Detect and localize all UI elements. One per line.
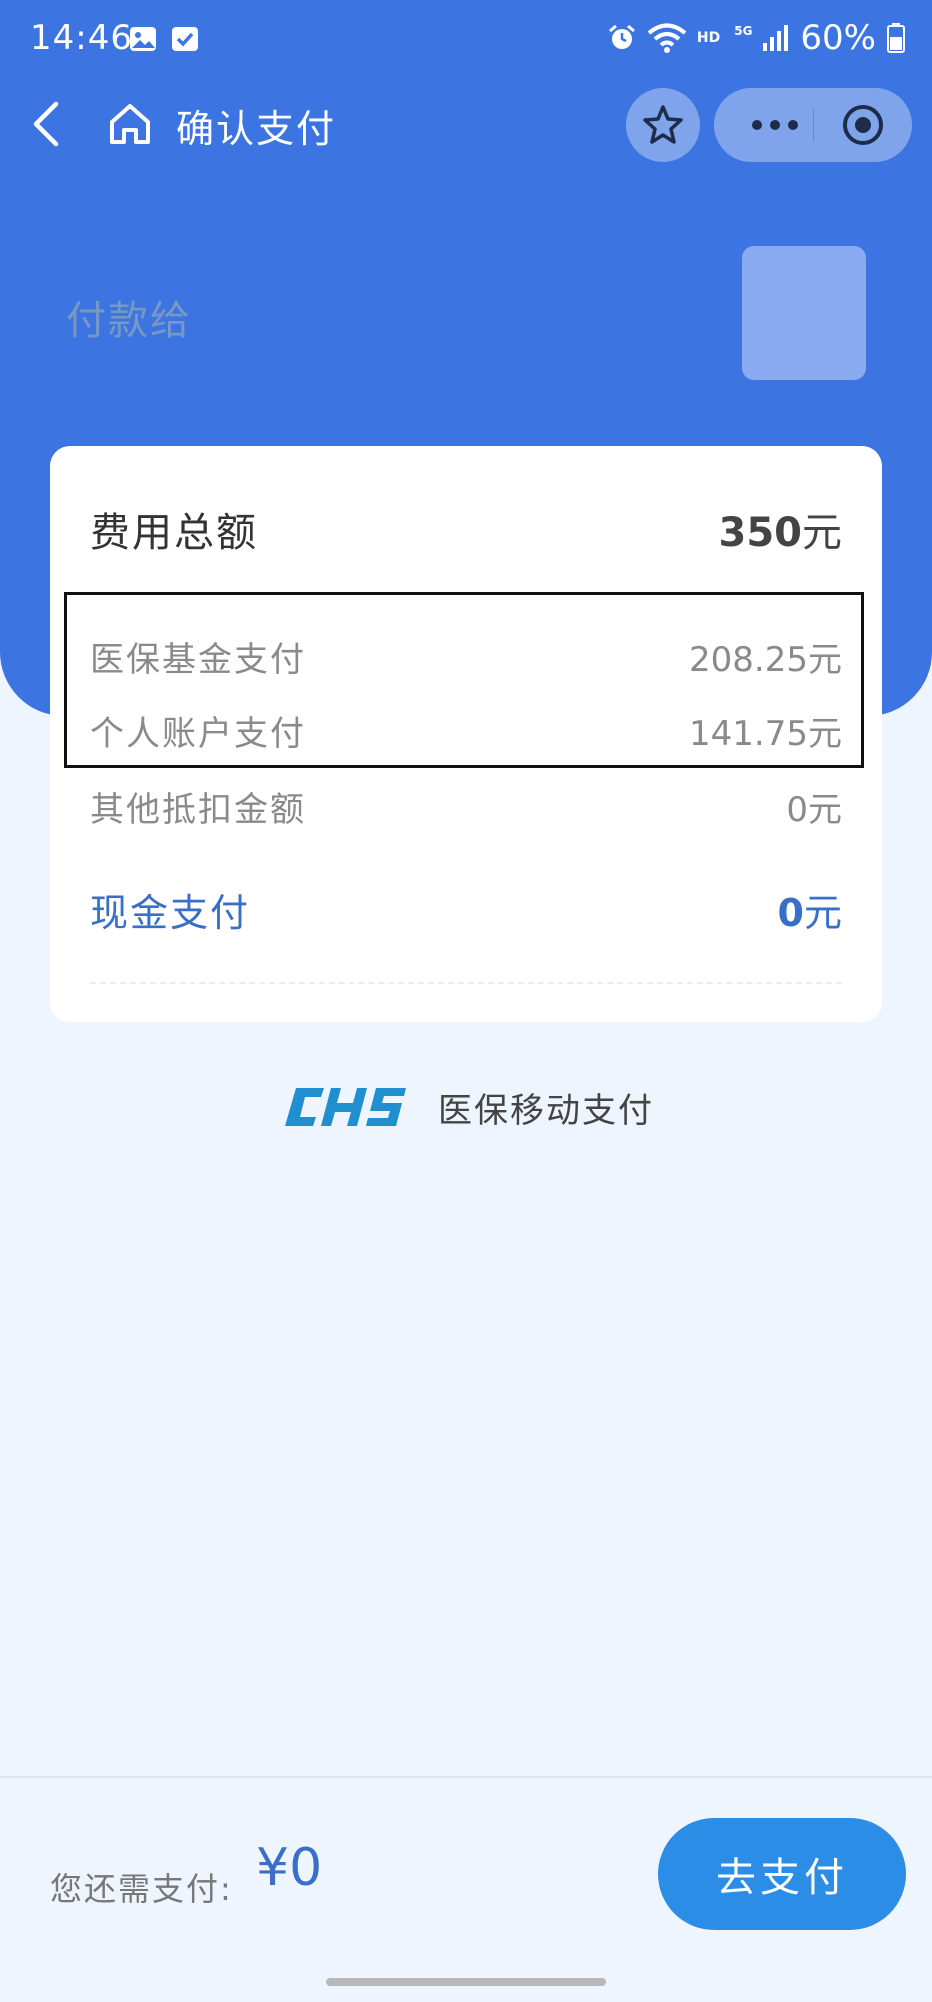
- medical-fund-row: 医保基金支付 208.25元: [90, 626, 842, 686]
- total-label: 费用总额: [90, 510, 258, 556]
- total-value: 350: [718, 510, 803, 556]
- payment-summary-card: 费用总额 350元 医保基金支付 208.25元 个人账户支付 141.75元 …: [50, 446, 882, 1022]
- status-bar: 14:46 HD 5G 60%: [0, 0, 932, 84]
- cash-label: 现金支付: [90, 890, 251, 935]
- cash-amount: 0元: [778, 882, 842, 937]
- row-label: 其他抵扣金额: [90, 789, 306, 830]
- amount-due-value: ¥0: [256, 1838, 323, 1898]
- personal-account-row: 个人账户支付 141.75元: [90, 700, 842, 760]
- more-dots-icon: [752, 120, 798, 130]
- home-indicator[interactable]: [326, 1978, 606, 1986]
- wifi-icon: [647, 23, 687, 53]
- row-label: 医保基金支付: [90, 639, 306, 680]
- status-time: 14:46: [30, 18, 133, 58]
- pay-button[interactable]: 去支付: [658, 1818, 906, 1930]
- star-icon: [643, 105, 683, 144]
- battery-percent: 60%: [800, 18, 876, 58]
- status-right: HD 5G 60%: [607, 18, 906, 58]
- chs-brand-text: 医保移动支付: [438, 1090, 654, 1131]
- row-label: 个人账户支付: [90, 713, 306, 754]
- battery-icon: [887, 23, 905, 53]
- cash-payment-row: 现金支付 0元: [90, 876, 842, 942]
- gallery-icon: [130, 27, 156, 51]
- row-value: 141.75元: [689, 713, 842, 754]
- row-value: 0元: [786, 789, 842, 830]
- other-deduction-row: 其他抵扣金额 0元: [90, 776, 842, 836]
- total-unit: 元: [802, 510, 842, 556]
- close-miniapp-button[interactable]: [826, 88, 900, 162]
- more-button[interactable]: [740, 88, 810, 162]
- hd-label: HD: [696, 30, 721, 46]
- chs-brand: 医保移动支付: [284, 1080, 654, 1134]
- favorite-button[interactable]: [626, 88, 700, 162]
- signal-icon: [763, 25, 789, 51]
- row-value: 208.25元: [689, 639, 842, 680]
- check-notification-icon: [172, 27, 198, 51]
- dashed-divider: [90, 982, 842, 984]
- total-row: 费用总额 350元: [90, 494, 842, 564]
- cash-value: 0: [777, 890, 804, 935]
- total-amount: 350元: [719, 500, 843, 558]
- chs-logo: [285, 1088, 406, 1126]
- miniapp-capsule: [714, 88, 912, 162]
- 5g-label: 5G: [734, 24, 753, 38]
- payee-label: 付款给: [66, 298, 192, 344]
- page-title: 确认支付: [176, 107, 337, 151]
- back-icon[interactable]: [26, 98, 70, 150]
- cash-unit: 元: [803, 890, 842, 935]
- payee-logo: [742, 246, 866, 380]
- amount-due-label: 您还需支付:: [50, 1870, 233, 1908]
- target-close-icon: [843, 105, 883, 145]
- alarm-icon: [608, 24, 635, 49]
- footer-bar: 您还需支付: ¥0 去支付: [0, 1776, 932, 2002]
- capsule-divider: [813, 108, 814, 142]
- home-icon[interactable]: [106, 100, 154, 148]
